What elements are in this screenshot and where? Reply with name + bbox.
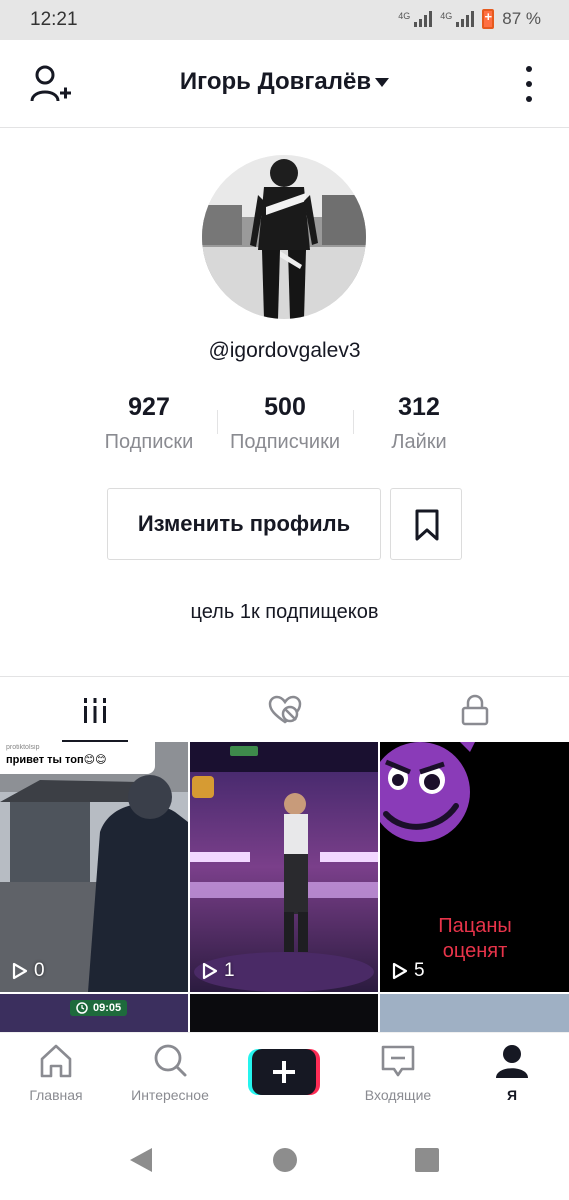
account-switcher[interactable]: Игорь Довгалёв <box>0 68 569 96</box>
likes-count: 312 <box>398 393 440 421</box>
profile-header: Игорь Довгалёв <box>0 40 569 128</box>
recent-apps-icon[interactable] <box>415 1148 439 1172</box>
home-button-icon[interactable] <box>273 1148 297 1172</box>
avatar-photo <box>202 155 366 319</box>
view-count-value: 1 <box>224 960 235 981</box>
view-count: 1 <box>202 960 235 982</box>
play-icon <box>202 962 218 980</box>
tab-videos[interactable] <box>0 677 190 743</box>
network-type: 4G <box>440 11 453 21</box>
inbox-icon <box>381 1045 415 1077</box>
bookmark-icon <box>415 509 439 541</box>
video-tile[interactable] <box>190 994 378 1032</box>
nav-inbox-label: Входящие <box>364 1087 432 1103</box>
view-count: 5 <box>392 960 425 982</box>
status-bar: 12:21 4G 4G 87 % <box>0 0 569 40</box>
edit-profile-button[interactable]: Изменить профиль <box>107 488 381 560</box>
nav-discover-label: Интересное <box>131 1087 209 1103</box>
favorites-button[interactable] <box>390 488 462 560</box>
status-icons: 4G 4G 87 % <box>398 9 541 29</box>
username: @igordovgalev3 <box>208 339 361 362</box>
profile-name: Игорь Довгалёв <box>179 68 372 95</box>
battery-icon <box>482 9 495 29</box>
following-count: 927 <box>128 393 170 421</box>
clock-icon <box>76 1002 88 1014</box>
video-tile[interactable]: protiktolsip привет ты топ😊😊 0 <box>0 742 188 992</box>
search-icon <box>154 1044 187 1077</box>
comment-author: protiktolsip <box>6 744 40 751</box>
followers-label: Подписчики <box>229 431 341 453</box>
nav-discover[interactable]: Интересное <box>110 1041 230 1103</box>
avatar[interactable] <box>202 155 366 319</box>
video-tile[interactable]: 1 <box>190 742 378 992</box>
profile-icon <box>496 1045 528 1078</box>
status-time: 12:21 <box>30 9 78 30</box>
comment-reply-sticker: protiktolsip привет ты топ😊😊 <box>0 742 155 774</box>
video-grid: protiktolsip привет ты топ😊😊 0 1 Пацаны … <box>0 742 569 1032</box>
following-stat[interactable]: 927 Подписки <box>74 393 224 454</box>
nav-profile[interactable]: Я <box>452 1041 569 1103</box>
view-count: 0 <box>12 960 45 982</box>
nav-profile-label: Я <box>506 1087 518 1103</box>
grid-icon <box>84 698 106 723</box>
signal-icon: 4G <box>398 11 433 27</box>
following-label: Подписки <box>104 431 194 453</box>
view-count-value: 5 <box>414 960 425 981</box>
comment-text: привет ты топ😊😊 <box>6 754 107 766</box>
bottom-nav: Главная Интересное Входящие Я <box>0 1032 569 1120</box>
chevron-down-icon <box>375 78 390 88</box>
system-navigation <box>0 1120 569 1200</box>
video-thumbnail <box>0 742 188 992</box>
video-tile[interactable] <box>380 994 569 1032</box>
more-options-icon[interactable] <box>525 66 533 102</box>
timer-badge: 09:05 <box>70 1000 128 1016</box>
network-type: 4G <box>398 11 411 21</box>
timer-text: 09:05 <box>93 1002 122 1014</box>
bio: цель 1к подпищеков <box>190 601 379 623</box>
view-count-value: 0 <box>34 960 45 981</box>
followers-count: 500 <box>264 393 306 421</box>
hidden-heart-icon <box>268 695 302 724</box>
tab-liked[interactable] <box>190 677 380 743</box>
plus-icon <box>273 1061 295 1083</box>
nav-home[interactable]: Главная <box>0 1041 116 1103</box>
video-tile[interactable]: 09:05 <box>0 994 188 1032</box>
back-icon[interactable] <box>128 1146 154 1174</box>
video-caption: Пацаны оценят <box>438 915 512 962</box>
likes-stat[interactable]: 312 Лайки <box>344 393 494 454</box>
content-tabs <box>0 676 569 743</box>
signal-icon: 4G <box>440 11 475 27</box>
nav-inbox[interactable]: Входящие <box>338 1041 458 1103</box>
create-button[interactable] <box>248 1049 320 1095</box>
play-icon <box>12 962 28 980</box>
home-icon <box>40 1044 72 1078</box>
play-icon <box>392 962 408 980</box>
video-tile[interactable]: Пацаны оценят 5 <box>380 742 569 992</box>
lock-icon <box>461 694 489 726</box>
video-thumbnail <box>190 742 378 992</box>
followers-stat[interactable]: 500 Подписчики <box>210 393 360 454</box>
nav-home-label: Главная <box>29 1087 83 1103</box>
battery-percent: 87 % <box>502 9 541 28</box>
tab-private[interactable] <box>380 677 569 743</box>
likes-label: Лайки <box>391 431 447 453</box>
